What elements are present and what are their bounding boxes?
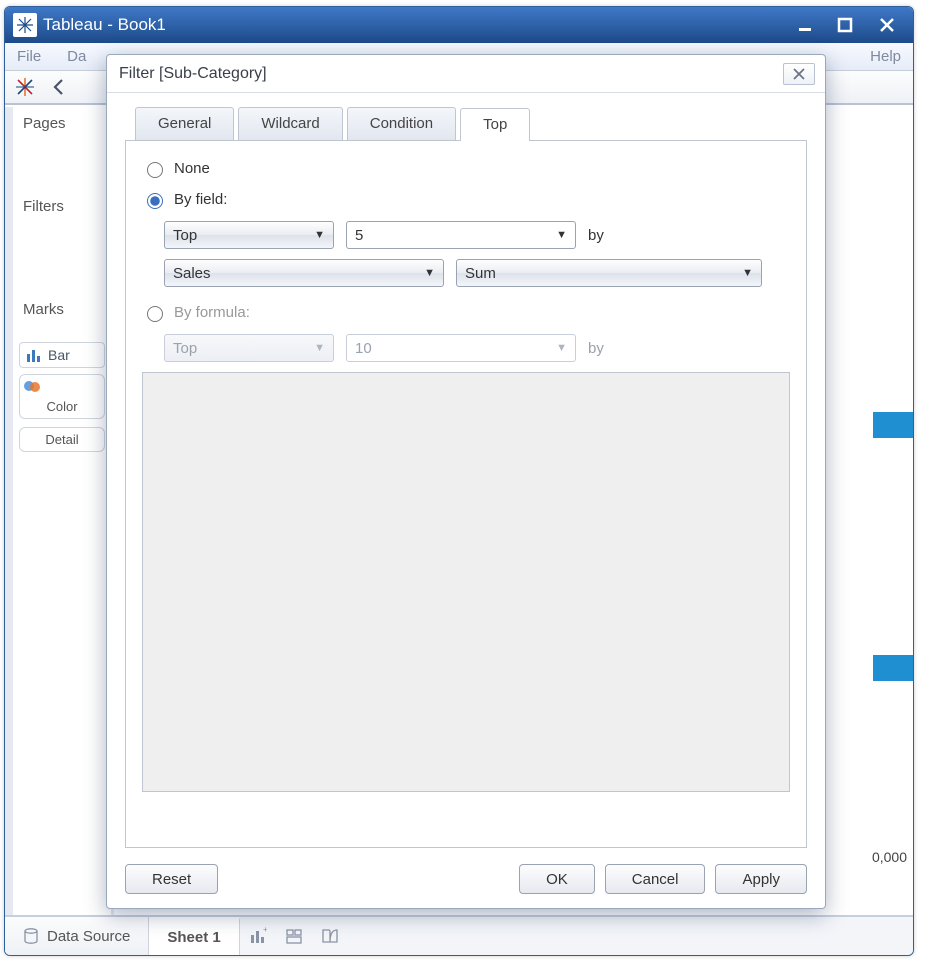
bar-mark xyxy=(873,412,913,438)
color-label: Color xyxy=(46,399,77,414)
menu-data-truncated[interactable]: Da xyxy=(61,46,92,67)
svg-text:+: + xyxy=(263,927,267,934)
formula-n-value: 10 xyxy=(355,340,372,357)
formula-direction-value: Top xyxy=(173,340,197,357)
marks-shelf: Marks xyxy=(15,297,109,326)
pages-shelf[interactable]: Pages xyxy=(15,111,109,140)
maximize-button[interactable] xyxy=(825,11,865,39)
chevron-down-icon: ▼ xyxy=(314,342,325,354)
chevron-down-icon: ▼ xyxy=(424,267,435,279)
option-by-formula-row: By formula: xyxy=(142,303,790,322)
dialog-footer: Reset OK Cancel Apply xyxy=(107,860,825,908)
filter-dialog: Filter [Sub-Category] General Wildcard C… xyxy=(106,54,826,909)
direction-value: Top xyxy=(173,227,197,244)
chevron-down-icon: ▼ xyxy=(314,229,325,241)
filters-shelf[interactable]: Filters xyxy=(15,194,109,223)
data-source-label: Data Source xyxy=(47,928,130,945)
option-none-row: None xyxy=(142,159,790,178)
mark-type-dropdown[interactable]: Bar xyxy=(19,342,105,368)
dialog-body: General Wildcard Condition Top None By f… xyxy=(107,93,825,860)
dialog-close-button[interactable] xyxy=(783,63,815,85)
tab-top[interactable]: Top xyxy=(460,108,530,141)
new-story-button[interactable] xyxy=(312,917,348,955)
bar-mark xyxy=(873,655,913,681)
chevron-down-icon: ▼ xyxy=(556,229,567,241)
by-label: by xyxy=(588,227,604,244)
field-dropdown[interactable]: Sales ▼ xyxy=(164,259,444,287)
tab-panel-top: None By field: Top ▼ 5 ▼ by Sales xyxy=(125,140,807,848)
new-dashboard-button[interactable] xyxy=(276,917,312,955)
menu-help[interactable]: Help xyxy=(864,46,907,67)
aggregation-dropdown[interactable]: Sum ▼ xyxy=(456,259,762,287)
dialog-title-bar: Filter [Sub-Category] xyxy=(107,55,825,93)
formula-direction-dropdown: Top ▼ xyxy=(164,334,334,362)
detail-label: Detail xyxy=(45,432,78,447)
sidebar: Pages Filters Marks Bar xyxy=(5,107,113,915)
bar-chart-icon xyxy=(26,348,42,362)
tableau-icon xyxy=(13,13,37,37)
marks-card: Bar Color Detail xyxy=(15,338,109,456)
formula-n-combo: 10 ▼ xyxy=(346,334,576,362)
new-worksheet-button[interactable]: + xyxy=(240,917,276,955)
sheet-tab[interactable]: Sheet 1 xyxy=(149,917,239,955)
dialog-tabs: General Wildcard Condition Top xyxy=(135,107,807,140)
marks-label: Marks xyxy=(23,301,101,318)
tab-condition[interactable]: Condition xyxy=(347,107,456,140)
by-field-row-2: Sales ▼ Sum ▼ xyxy=(164,259,790,287)
sheet-tabs: Data Source Sheet 1 + xyxy=(5,915,913,955)
radio-by-formula[interactable] xyxy=(147,306,163,322)
radio-none[interactable] xyxy=(147,162,163,178)
reset-button[interactable]: Reset xyxy=(125,864,218,894)
sheet-label: Sheet 1 xyxy=(167,929,220,946)
apply-button[interactable]: Apply xyxy=(715,864,807,894)
n-combo[interactable]: 5 ▼ xyxy=(346,221,576,249)
direction-dropdown[interactable]: Top ▼ xyxy=(164,221,334,249)
by-field-row-1: Top ▼ 5 ▼ by xyxy=(164,221,790,249)
by-formula-row-1: Top ▼ 10 ▼ by xyxy=(164,334,790,362)
tab-wildcard[interactable]: Wildcard xyxy=(238,107,342,140)
option-by-field-label: By field: xyxy=(174,191,227,208)
title-bar: Tableau - Book1 xyxy=(5,7,913,43)
filters-label: Filters xyxy=(23,198,101,215)
color-button[interactable]: Color xyxy=(19,374,105,419)
formula-by-label: by xyxy=(588,340,604,357)
menu-file[interactable]: File xyxy=(11,46,47,67)
formula-textarea xyxy=(142,372,790,792)
dialog-title: Filter [Sub-Category] xyxy=(119,65,783,83)
close-button[interactable] xyxy=(865,11,909,39)
datasource-icon xyxy=(23,927,39,945)
tab-general[interactable]: General xyxy=(135,107,234,140)
window-controls xyxy=(785,11,909,39)
option-none-label: None xyxy=(174,160,210,177)
radio-by-field[interactable] xyxy=(147,193,163,209)
mark-type-label: Bar xyxy=(48,347,70,363)
pages-label: Pages xyxy=(23,115,101,132)
aggregation-value: Sum xyxy=(465,265,496,282)
data-source-tab[interactable]: Data Source xyxy=(5,917,149,955)
tableau-logo-icon[interactable] xyxy=(11,73,39,101)
back-button[interactable] xyxy=(45,74,75,100)
ok-button[interactable]: OK xyxy=(519,864,595,894)
axis-tick-label: 0,000 xyxy=(872,849,907,865)
n-value: 5 xyxy=(355,227,363,244)
option-by-field-row: By field: xyxy=(142,190,790,209)
chevron-down-icon: ▼ xyxy=(556,342,567,354)
color-icon xyxy=(22,379,102,397)
detail-button[interactable]: Detail xyxy=(19,427,105,452)
cancel-button[interactable]: Cancel xyxy=(605,864,706,894)
window-title: Tableau - Book1 xyxy=(43,15,785,35)
field-value: Sales xyxy=(173,265,211,282)
minimize-button[interactable] xyxy=(785,11,825,39)
chevron-down-icon: ▼ xyxy=(742,267,753,279)
option-by-formula-label: By formula: xyxy=(174,304,250,321)
